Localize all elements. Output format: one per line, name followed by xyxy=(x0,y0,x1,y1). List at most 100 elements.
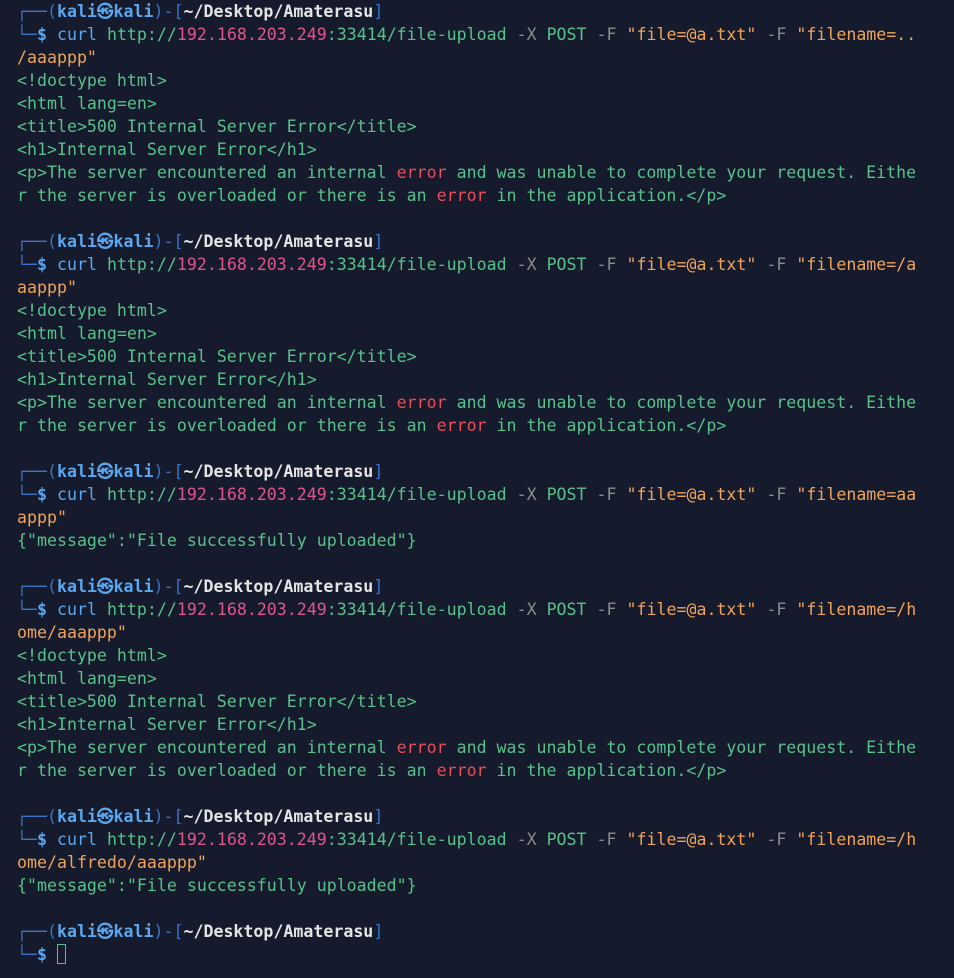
output-line: <h1>Internal Server Error</h1> xyxy=(17,140,317,159)
url-scheme: http:// xyxy=(106,600,177,619)
command-wrap: aappp" xyxy=(17,276,954,299)
prompt-dollar: $ xyxy=(36,945,47,964)
prompt-user: kali㉿kali xyxy=(56,232,154,251)
command-line: └─$ curl http://192.168.203.249:33414/fi… xyxy=(17,598,954,621)
http-method: POST xyxy=(546,485,587,504)
error-keyword: error xyxy=(436,761,487,780)
command-wrap: /aaappp" xyxy=(17,46,954,69)
prompt-box-mid: )-[ xyxy=(153,2,184,21)
prompt-user: kali㉿kali xyxy=(56,2,154,21)
prompt-box-close: ] xyxy=(373,232,384,251)
url-rest: :33414/file-upload xyxy=(326,600,507,619)
prompt-path: ~/Desktop/Amaterasu xyxy=(183,922,374,941)
filename-value: /h xyxy=(896,830,917,849)
prompt-box-bottom: └─ xyxy=(17,485,37,504)
prompt-user: kali㉿kali xyxy=(56,577,154,596)
f-flag: -F xyxy=(596,600,617,619)
prompt-box-bottom: └─ xyxy=(17,25,37,44)
output-line: <html lang=en> xyxy=(17,94,157,113)
file-arg: "file=@a.txt" xyxy=(626,25,757,44)
url-host: 192.168.203.249 xyxy=(176,25,327,44)
f-flag: -F xyxy=(596,830,617,849)
f-flag: -F xyxy=(596,25,617,44)
filename-value: .. xyxy=(896,25,917,44)
url-host: 192.168.203.249 xyxy=(176,255,327,274)
command-wrap: ome/aaappp" xyxy=(17,621,954,644)
prompt-box-top: ┌──( xyxy=(17,2,57,21)
output-line: <p>The server encountered an internal er… xyxy=(17,391,954,414)
output-text: in the application.</p> xyxy=(486,416,727,435)
command-line: └─$ curl http://192.168.203.249:33414/fi… xyxy=(17,483,954,506)
output-line: <title>500 Internal Server Error</title> xyxy=(17,692,417,711)
prompt-box-close: ] xyxy=(373,577,384,596)
filename-value-cont: ome/aaappp" xyxy=(17,623,127,642)
prompt-box-bottom: └─ xyxy=(17,255,37,274)
text-cursor[interactable] xyxy=(56,944,66,964)
output-line: <p>The server encountered an internal er… xyxy=(17,161,954,184)
x-flag: -X xyxy=(516,830,537,849)
output-text: r the server is overloaded or there is a… xyxy=(17,186,437,205)
prompt-dollar: $ xyxy=(36,485,47,504)
filename-prefix: "filename= xyxy=(796,485,897,504)
file-arg: "file=@a.txt" xyxy=(626,255,757,274)
prompt-dollar: $ xyxy=(36,830,47,849)
output-text: and was unable to complete your request.… xyxy=(446,738,917,757)
command-curl: curl xyxy=(56,600,97,619)
prompt-box-top: ┌──( xyxy=(17,807,57,826)
command-curl: curl xyxy=(56,830,97,849)
filename-value: aa xyxy=(896,485,917,504)
command-line: └─$ curl http://192.168.203.249:33414/fi… xyxy=(17,828,954,851)
prompt-box-top: ┌──( xyxy=(17,577,57,596)
output-line: <h1>Internal Server Error</h1> xyxy=(17,715,317,734)
output-line: <!doctype html> xyxy=(17,646,167,665)
prompt-box-bottom: └─ xyxy=(17,600,37,619)
prompt-box-bottom: └─ xyxy=(17,945,37,964)
f-flag: -F xyxy=(766,485,787,504)
prompt-user: kali㉿kali xyxy=(56,462,154,481)
output-line: <h1>Internal Server Error</h1> xyxy=(17,370,317,389)
command-line: └─$ curl http://192.168.203.249:33414/fi… xyxy=(17,253,954,276)
x-flag: -X xyxy=(516,25,537,44)
url-rest: :33414/file-upload xyxy=(326,830,507,849)
prompt-user: kali㉿kali xyxy=(56,807,154,826)
prompt-path: ~/Desktop/Amaterasu xyxy=(183,807,374,826)
output-line: r the server is overloaded or there is a… xyxy=(17,184,954,207)
output-line: <!doctype html> xyxy=(17,301,167,320)
prompt-box-mid: )-[ xyxy=(153,807,184,826)
prompt-box-mid: )-[ xyxy=(153,462,184,481)
output-text: in the application.</p> xyxy=(486,186,727,205)
prompt-dollar: $ xyxy=(36,25,47,44)
url-scheme: http:// xyxy=(106,485,177,504)
terminal-window[interactable]: ┌──(kali㉿kali)-[~/Desktop/Amaterasu] └─$… xyxy=(0,0,954,978)
command-curl: curl xyxy=(56,255,97,274)
output-line: <p>The server encountered an internal er… xyxy=(17,736,954,759)
output-line: <html lang=en> xyxy=(17,324,157,343)
prompt-header: ┌──(kali㉿kali)-[~/Desktop/Amaterasu] xyxy=(17,0,954,23)
output-text: and was unable to complete your request.… xyxy=(446,163,917,182)
output-line: <title>500 Internal Server Error</title> xyxy=(17,347,417,366)
filename-prefix: "filename= xyxy=(796,600,897,619)
url-rest: :33414/file-upload xyxy=(326,255,507,274)
x-flag: -X xyxy=(516,600,537,619)
filename-value-cont: appp" xyxy=(17,508,67,527)
prompt-path: ~/Desktop/Amaterasu xyxy=(183,577,374,596)
url-scheme: http:// xyxy=(106,25,177,44)
output-text: <p>The server encountered an internal xyxy=(17,393,397,412)
prompt-dollar: $ xyxy=(36,255,47,274)
active-prompt-line[interactable]: └─$ xyxy=(17,943,954,966)
prompt-box-close: ] xyxy=(373,2,384,21)
prompt-path: ~/Desktop/Amaterasu xyxy=(183,2,374,21)
command-curl: curl xyxy=(56,485,97,504)
output-line: r the server is overloaded or there is a… xyxy=(17,759,954,782)
prompt-header: ┌──(kali㉿kali)-[~/Desktop/Amaterasu] xyxy=(17,575,954,598)
file-arg: "file=@a.txt" xyxy=(626,830,757,849)
prompt-path: ~/Desktop/Amaterasu xyxy=(183,462,374,481)
prompt-box-mid: )-[ xyxy=(153,922,184,941)
prompt-header: ┌──(kali㉿kali)-[~/Desktop/Amaterasu] xyxy=(17,460,954,483)
f-flag: -F xyxy=(766,25,787,44)
filename-prefix: "filename= xyxy=(796,25,897,44)
output-text: in the application.</p> xyxy=(486,761,727,780)
